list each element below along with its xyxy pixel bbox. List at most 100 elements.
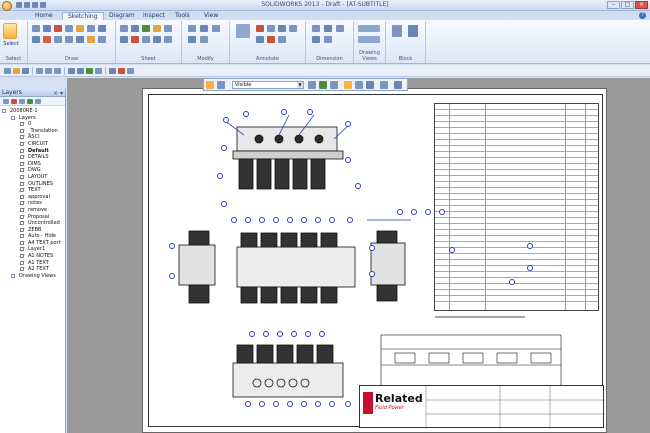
polygon-icon[interactable] [43,36,51,43]
drawing-sheet[interactable]: Related Fluid Power [142,88,607,433]
zoom-fit-icon[interactable] [86,68,93,74]
item-balloon[interactable] [345,121,351,127]
layer-tree-item[interactable]: Default [0,148,65,155]
standard-views-icon[interactable] [358,25,380,32]
item-balloon[interactable] [169,243,175,249]
note-icon[interactable] [256,25,264,32]
item-balloon[interactable] [369,245,375,251]
item-balloon[interactable] [217,173,223,179]
layer-tree-item[interactable]: Proposal [0,214,65,221]
weld-icon[interactable] [267,36,275,43]
layer-lock-icon[interactable] [330,81,338,89]
item-balloon[interactable] [439,209,445,215]
item-balloon[interactable] [169,273,175,279]
minimize-button[interactable]: – [607,1,620,9]
item-balloon[interactable] [397,209,403,215]
gtol-icon[interactable] [278,36,286,43]
lineweight-icon[interactable] [366,81,374,89]
rotate-icon[interactable] [142,25,150,32]
tab-tools[interactable]: Tools [170,12,195,20]
trim-icon[interactable] [120,36,128,43]
baseline-dimension-icon[interactable] [324,36,332,43]
linetype-icon[interactable] [355,81,363,89]
item-balloon[interactable] [291,331,297,337]
color-icon[interactable] [344,81,352,89]
item-balloon[interactable] [319,331,325,337]
item-balloon[interactable] [287,217,293,223]
expand-toggle-icon[interactable] [11,273,15,278]
layer-tree-item[interactable]: A1 TEXT [0,260,65,267]
slot-icon[interactable] [54,36,62,43]
layer-tree-item[interactable]: A4 TEXT port [0,240,65,247]
offset-icon[interactable] [76,36,84,43]
item-balloon[interactable] [509,279,515,285]
fillet-icon[interactable] [142,36,150,43]
arc-icon[interactable] [65,25,73,32]
item-balloon[interactable] [315,217,321,223]
layer-properties-icon[interactable] [19,99,25,104]
hatch-icon[interactable] [65,36,73,43]
item-balloon[interactable] [249,331,255,337]
close-button[interactable]: × [635,1,648,9]
open-doc-icon[interactable] [13,68,20,74]
layer-freeze-icon[interactable] [319,81,327,89]
select-button[interactable] [3,23,17,39]
balloon-icon[interactable] [267,25,275,32]
ordinate-dimension-icon[interactable] [312,36,320,43]
array-icon[interactable] [188,25,196,32]
ortho-icon[interactable] [127,68,134,74]
item-balloon[interactable] [259,401,265,407]
item-balloon[interactable] [301,401,307,407]
layer-tree-item[interactable]: _Translation [0,128,65,135]
item-balloon[interactable] [369,271,375,277]
layer-tree-item[interactable]: Layers [0,115,65,122]
layer-tree-item[interactable]: notes [0,200,65,207]
item-balloon[interactable] [223,117,229,123]
layer-tree-item[interactable]: Uncontrolled [0,220,65,227]
redraw-icon[interactable] [95,68,102,74]
stretch-icon[interactable] [200,25,208,32]
item-balloon[interactable] [221,201,227,207]
layer-tree-item[interactable]: ASCI [0,134,65,141]
layer-tree-item[interactable]: DIMS [0,161,65,168]
item-balloon[interactable] [345,401,351,407]
layer-manager-icon[interactable] [217,81,225,89]
layer-select[interactable]: Visible ▼ [232,81,304,89]
tab-diagram[interactable]: Diagram [104,12,140,20]
break-icon[interactable] [212,25,220,32]
new-layer-icon[interactable] [3,99,9,104]
item-balloon[interactable] [355,183,361,189]
circle-icon[interactable] [54,25,62,32]
save-doc-icon[interactable] [22,68,29,74]
ellipse-icon[interactable] [98,25,106,32]
projected-view-icon[interactable] [358,36,380,43]
item-balloon[interactable] [221,145,227,151]
snap-icon[interactable] [118,68,125,74]
leader-icon[interactable] [278,25,286,32]
spline-icon[interactable] [87,25,95,32]
layer-on-icon[interactable] [308,81,316,89]
revision-cloud-icon[interactable] [289,25,297,32]
layer-tree-item[interactable]: 0 [0,121,65,128]
layer-tree-item[interactable]: ZEBB [0,227,65,234]
layer-tree-item[interactable]: LAYOUT [0,174,65,181]
item-balloon[interactable] [273,401,279,407]
item-balloon[interactable] [307,109,313,115]
item-balloon[interactable] [277,331,283,337]
set-current-layer-icon[interactable] [27,99,33,104]
move-icon[interactable] [120,25,128,32]
table-icon[interactable] [98,36,106,43]
point-icon[interactable] [32,36,40,43]
item-balloon[interactable] [425,209,431,215]
expand-toggle-icon[interactable] [2,109,6,113]
item-balloon[interactable] [263,331,269,337]
item-balloon[interactable] [527,265,533,271]
match-properties-icon[interactable] [394,81,402,89]
undo-toolbar-icon[interactable] [45,68,52,74]
radial-dimension-icon[interactable] [336,25,344,32]
layer-tree-item[interactable]: Auto - Hide [0,233,65,240]
layer-tree-item[interactable]: TEXT [0,187,65,194]
explode-icon[interactable] [164,36,172,43]
layer-tree-item[interactable]: DWG [0,167,65,174]
expand-toggle-icon[interactable] [11,115,15,120]
